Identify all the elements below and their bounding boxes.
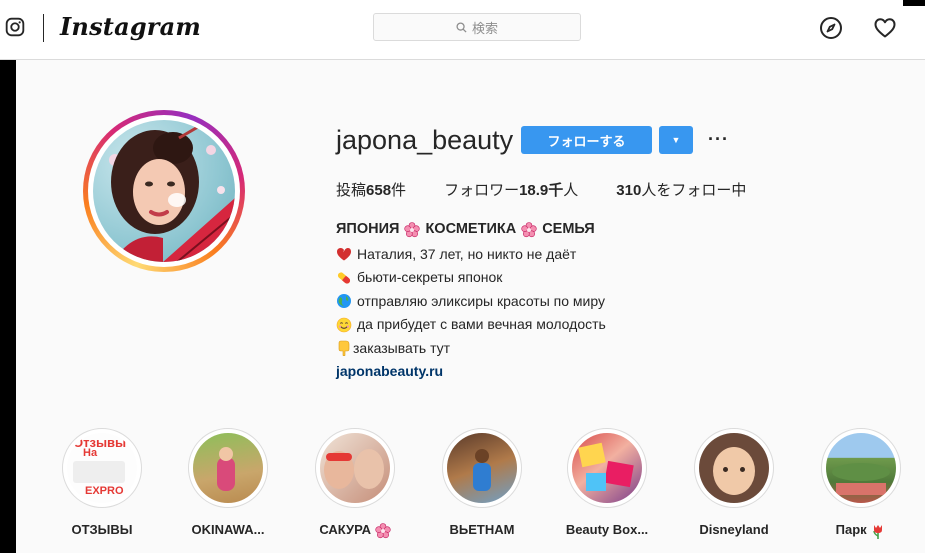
profile-bio: ЯПОНИЯ КОСМЕТИКА СЕМЬЯ Наталия, 37 лет, … [336,218,606,384]
posts-count-stat: 投稿658件 [336,182,407,199]
highlight-label: САКУРА [305,522,405,539]
story-highlight[interactable]: САКУРА [305,428,405,539]
follow-button[interactable]: フォローする [521,126,652,154]
bio-line: отправляю эликсиры красоты по миру [336,290,606,314]
highlight-label: OKINAWA... [191,522,265,537]
pill-icon [337,272,351,284]
sakura-flower-icon [521,221,537,237]
story-highlight[interactable]: OKINAWA... [178,428,278,537]
story-highlight[interactable]: Отзывы На EXPRO ОТЗЫВЫ [52,428,152,537]
highlight-thumbnail [699,433,769,503]
profile-username: japona_beauty [336,125,514,155]
story-highlight[interactable]: Beauty Box... [557,428,657,537]
profile-avatar-ring[interactable] [83,110,245,272]
highlight-thumbnail [193,433,263,503]
highlight-label: ОТЗЫВЫ [71,522,133,537]
highlight-label: ВЬЕТНАМ [449,522,515,537]
highlight-thumbnail [447,433,517,503]
profile-avatar [93,120,235,262]
following-count-link[interactable]: 310人をフォロー中 [616,179,746,200]
bio-line: бьюти-секреты японок [336,266,606,290]
smiling-face-icon [336,317,352,333]
nav-icon-group [819,16,897,40]
pointing-down-hand-icon [338,340,350,357]
highlight-label: Disneyland [699,522,769,537]
story-highlight[interactable]: ВЬЕТНАМ [432,428,532,537]
top-nav-bar: Instagram 検索 [0,0,925,60]
highlight-thumbnail [826,433,896,503]
sakura-flower-icon [404,221,421,237]
globe-icon [337,294,351,309]
bio-line: Наталия, 37 лет, но никто не даёт [336,243,606,267]
followers-count-link[interactable]: フォロワー18.9千人 [444,179,578,200]
explore-compass-icon[interactable] [819,16,843,40]
search-icon [456,21,467,33]
profile-stats: 投稿658件 フォロワー18.9千人 310人をフォロー中 [336,179,784,200]
search-input[interactable]: 検索 [373,13,581,41]
activity-heart-icon[interactable] [873,16,897,40]
story-highlight[interactable]: Парк [811,428,911,539]
highlight-label: Парк [811,522,911,539]
highlight-label: Beauty Box... [565,522,649,537]
instagram-logo[interactable]: Instagram [60,12,201,41]
highlight-thumbnail [320,433,390,503]
instagram-glyph-icon[interactable] [5,17,25,37]
bio-line: заказывать тут [336,337,606,361]
nav-divider [43,14,44,42]
suggested-dropdown-button[interactable]: ▼ [659,126,693,154]
chevron-down-icon: ▼ [671,135,681,145]
avatar-illustration [109,122,235,262]
tulip-icon [873,524,883,539]
broken-heart-icon [337,248,351,261]
more-options-button[interactable]: ··· [708,129,729,150]
search-placeholder: 検索 [471,20,498,36]
bio-line: да прибудет с вами вечная молодость [336,313,606,337]
highlight-thumbnail [572,433,642,503]
sakura-flower-icon [375,522,391,538]
story-highlight[interactable]: Disneyland [684,428,784,537]
bio-title: ЯПОНИЯ КОСМЕТИКА СЕМЬЯ [336,221,595,237]
instagram-profile-page: Instagram 検索 japona_beauty フォローする ▼ ··· … [0,0,925,553]
highlight-thumbnail: Отзывы На EXPRO [67,433,137,503]
bio-website-link[interactable]: japonabeauty.ru [336,360,606,384]
